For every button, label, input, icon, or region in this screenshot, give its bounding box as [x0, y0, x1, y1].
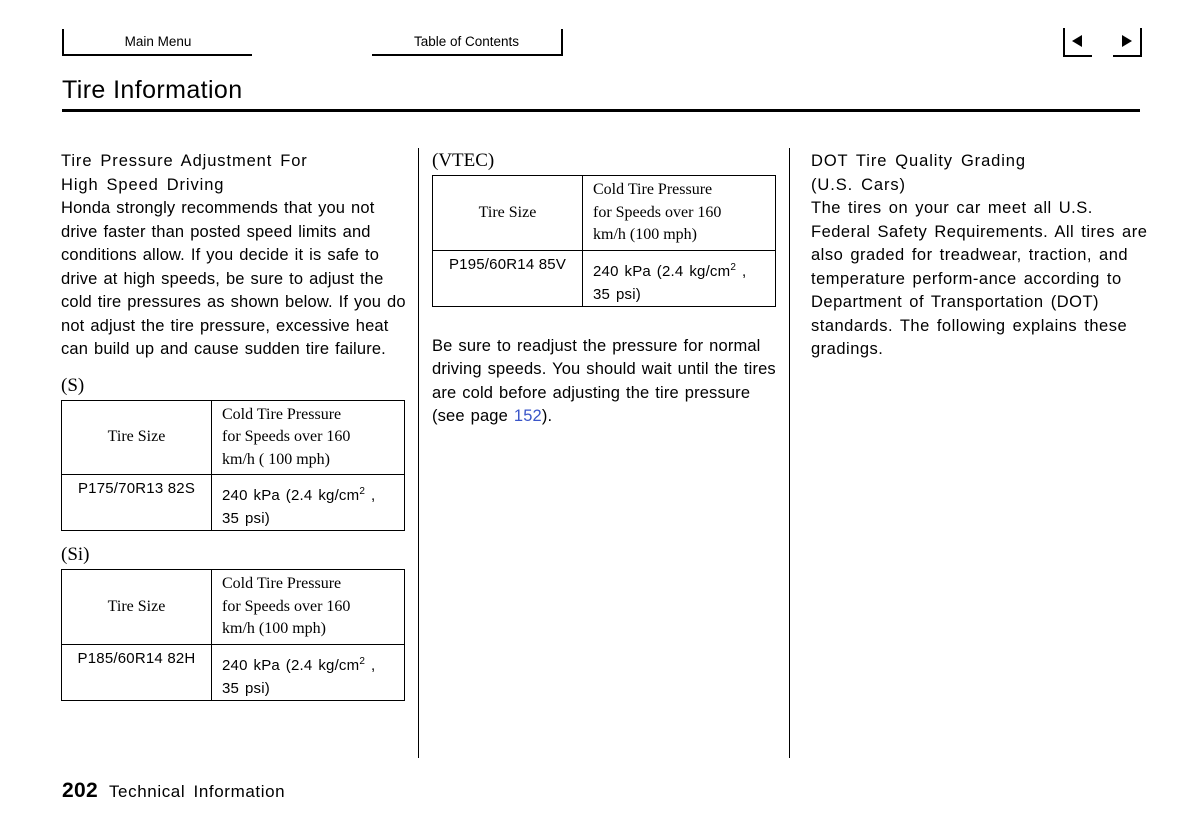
- table-s-header-pressure: Cold Tire Pressure for Speeds over 160 k…: [211, 399, 405, 475]
- triangle-left-icon: [1072, 35, 1082, 47]
- table-si-caption: (Si): [61, 544, 90, 565]
- table-si-header-pressure-line-1: Cold Tire Pressure: [222, 575, 342, 592]
- left-heading-line-2: High Speed Driving: [61, 175, 225, 194]
- table-vtec-pressure-text-a: 240 kPa (2.4 kg/cm: [593, 262, 731, 280]
- main-menu-label: Main Menu: [124, 34, 192, 49]
- table-s-caption: (S): [61, 374, 85, 396]
- table-si-header-pressure: Cold Tire Pressure for Speeds over 160 k…: [211, 569, 405, 645]
- table-of-contents-button[interactable]: Table of Contents: [372, 29, 563, 56]
- footer-page-number: 202: [62, 779, 98, 802]
- table-vtec: Tire Size Cold Tire Pressure for Speeds …: [432, 175, 776, 307]
- table-row: P185/60R14 82H 240 kPa (2.4 kg/cm2 , 35 …: [61, 643, 405, 701]
- table-vtec-value-pressure-line-1: 240 kPa (2.4 kg/cm2 ,: [593, 256, 775, 283]
- table-s-header-pressure-line-3: km/h ( 100 mph): [222, 450, 330, 468]
- table-vtec-header-pressure-line-1: Cold Tire Pressure: [593, 181, 713, 198]
- left-body-paragraph: Honda strongly recommends that you not d…: [61, 199, 406, 358]
- right-heading-line-1: DOT Tire Quality Grading: [811, 152, 1026, 170]
- table-s-block: (S) Tire Size Cold Tire Pressure for Spe…: [61, 374, 407, 531]
- table-row: P195/60R14 85V 240 kPa (2.4 kg/cm2 , 35 …: [432, 249, 776, 307]
- table-vtec-caption: (VTEC): [432, 150, 495, 171]
- table-row: P175/70R13 82S 240 kPa (2.4 kg/cm2 , 35 …: [61, 474, 405, 531]
- table-s-value-size: P175/70R13 82S: [61, 474, 212, 531]
- right-column: DOT Tire Quality Grading (U.S. Cars) The…: [811, 150, 1155, 362]
- table-vtec-value-pressure-line-2: 35 psi): [593, 285, 641, 303]
- table-si-value-pressure: 240 kPa (2.4 kg/cm2 , 35 psi): [211, 643, 405, 701]
- table-vtec-value-size: P195/60R14 85V: [432, 249, 583, 307]
- triangle-right-icon: [1122, 35, 1132, 47]
- table-s-pressure-text-b: ,: [365, 487, 376, 504]
- footer-section-label: Technical Information: [108, 782, 286, 801]
- table-s-value-pressure-line-2: 35 psi): [222, 510, 270, 527]
- table-si-value-pressure-line-2: 35 psi): [222, 679, 270, 697]
- table-row: Tire Size Cold Tire Pressure for Speeds …: [432, 175, 776, 251]
- title-horizontal-rule: [62, 109, 1140, 112]
- page-title: Tire Information: [62, 76, 243, 104]
- table-s-value-pressure-line-1: 240 kPa (2.4 kg/cm2 ,: [222, 480, 404, 507]
- right-body-paragraph: The tires on your car meet all U.S. Fede…: [811, 199, 1148, 358]
- table-vtec-header-pressure-line-3: km/h (100 mph): [593, 226, 697, 243]
- middle-body-paragraph: Be sure to readjust the pressure for nor…: [432, 335, 780, 429]
- page-footer: 202 Technical Information: [62, 779, 285, 803]
- middle-column: (VTEC) Tire Size Cold Tire Pressure for …: [432, 150, 780, 429]
- table-vtec-header-size: Tire Size: [432, 175, 583, 251]
- left-section-heading: Tire Pressure Adjustment For High Speed …: [61, 150, 407, 197]
- table-s: Tire Size Cold Tire Pressure for Speeds …: [61, 399, 405, 531]
- next-page-button[interactable]: [1113, 28, 1142, 57]
- table-si-value-pressure-line-1: 240 kPa (2.4 kg/cm2 ,: [222, 650, 404, 677]
- table-vtec-header-pressure-line-2: for Speeds over 160: [593, 203, 722, 221]
- table-si-header-size: Tire Size: [61, 569, 212, 645]
- table-s-header-size: Tire Size: [61, 399, 212, 475]
- middle-paragraph-after-link: ).: [541, 407, 553, 425]
- right-heading-line-2: (U.S. Cars): [811, 175, 906, 194]
- middle-paragraph-before-link: Be sure to readjust the pressure for nor…: [432, 336, 776, 426]
- right-section-heading: DOT Tire Quality Grading (U.S. Cars): [811, 150, 1155, 197]
- table-vtec-block: (VTEC) Tire Size Cold Tire Pressure for …: [432, 150, 780, 307]
- header-navigation-bar: Main Menu Table of Contents: [0, 0, 1200, 60]
- table-s-value-pressure: 240 kPa (2.4 kg/cm2 , 35 psi): [211, 474, 405, 531]
- table-row: Tire Size Cold Tire Pressure for Speeds …: [61, 399, 405, 475]
- table-si: Tire Size Cold Tire Pressure for Speeds …: [61, 569, 405, 701]
- table-si-value-size: P185/60R14 82H: [61, 643, 212, 701]
- table-s-header-pressure-line-1: Cold Tire Pressure: [222, 405, 342, 423]
- table-vtec-header-pressure: Cold Tire Pressure for Speeds over 160 k…: [582, 175, 776, 251]
- table-of-contents-label: Table of Contents: [413, 34, 520, 49]
- previous-page-button[interactable]: [1063, 28, 1092, 57]
- main-menu-button[interactable]: Main Menu: [62, 29, 252, 56]
- table-si-pressure-text-b: ,: [365, 656, 376, 674]
- table-s-pressure-text-a: 240 kPa (2.4 kg/cm: [222, 487, 360, 504]
- table-vtec-value-pressure: 240 kPa (2.4 kg/cm2 , 35 psi): [582, 249, 776, 307]
- page-reference-link[interactable]: 152: [514, 407, 542, 425]
- left-column: Tire Pressure Adjustment For High Speed …: [61, 150, 407, 701]
- left-heading-line-1: Tire Pressure Adjustment For: [61, 152, 308, 170]
- table-si-block: (Si) Tire Size Cold Tire Pressure for Sp…: [61, 544, 407, 701]
- table-si-header-pressure-line-2: for Speeds over 160: [222, 597, 351, 615]
- table-si-header-pressure-line-3: km/h (100 mph): [222, 620, 326, 637]
- table-row: Tire Size Cold Tire Pressure for Speeds …: [61, 569, 405, 645]
- column-divider-right: [789, 148, 790, 758]
- table-si-pressure-text-a: 240 kPa (2.4 kg/cm: [222, 656, 360, 674]
- table-vtec-pressure-text-b: ,: [736, 262, 747, 280]
- column-divider-left: [418, 148, 419, 758]
- table-s-header-pressure-line-2: for Speeds over 160: [222, 428, 351, 445]
